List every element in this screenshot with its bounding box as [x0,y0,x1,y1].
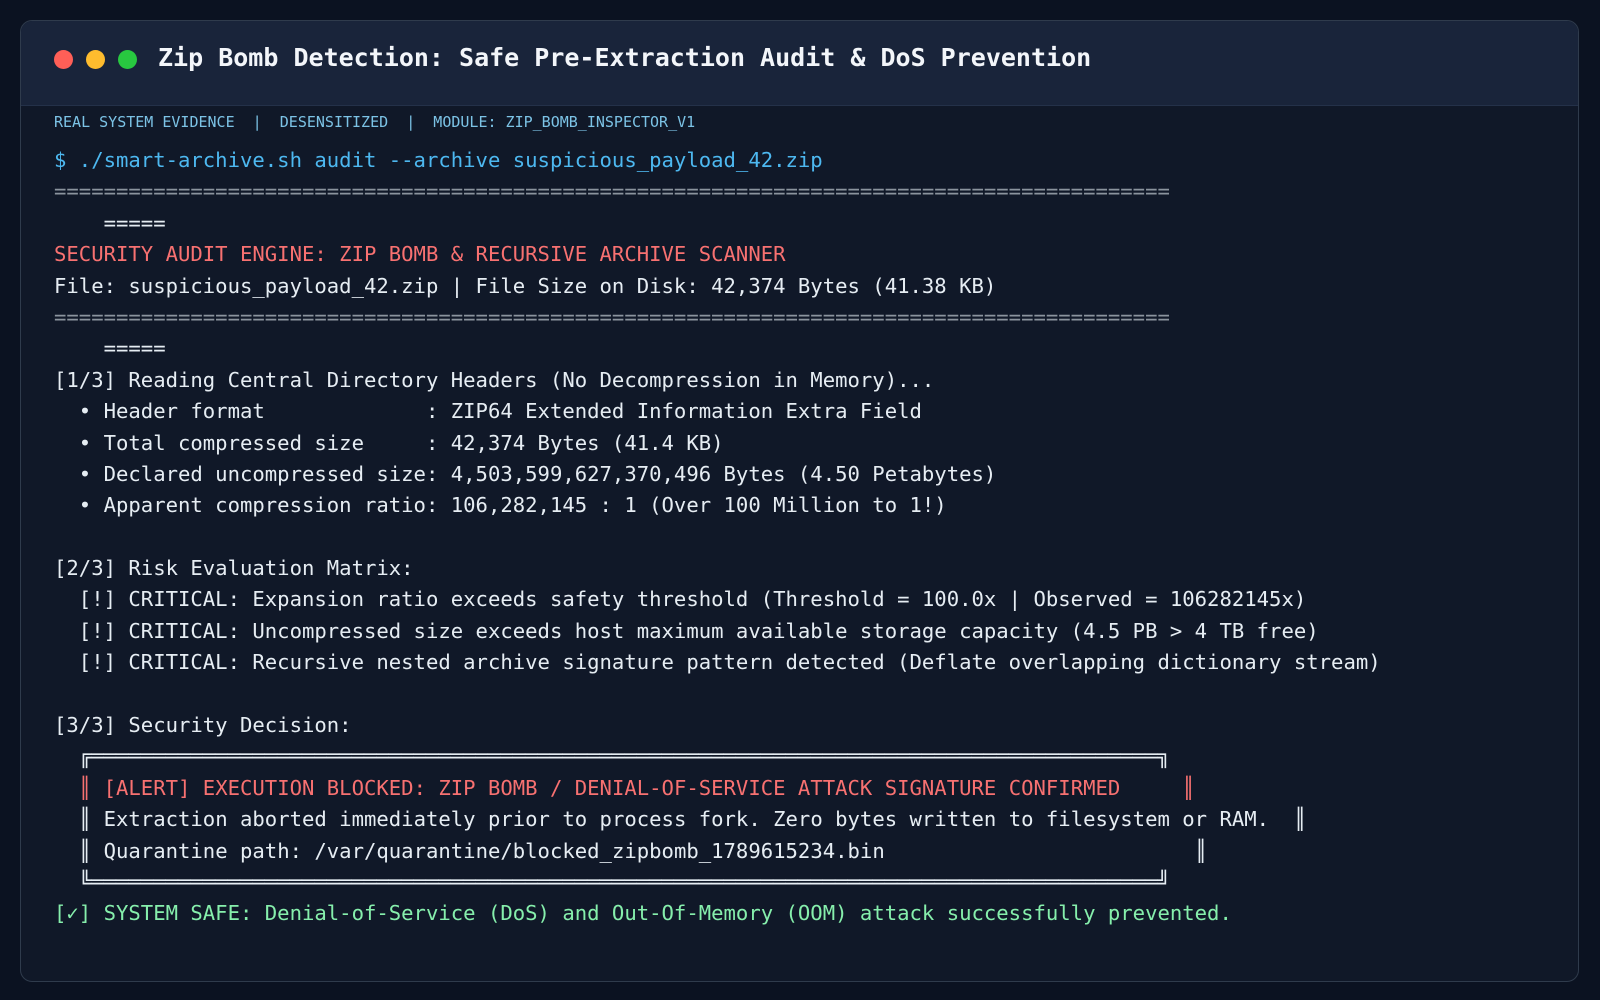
file-info: File: suspicious_payload_42.zip | File S… [54,273,997,298]
window-title: Zip Bomb Detection: Safe Pre-Extraction … [158,43,1092,72]
step-3-header: [3/3] Security Decision: [54,713,352,738]
title-bar: Zip Bomb Detection: Safe Pre-Extraction … [21,21,1578,106]
separator-line: ========================================… [54,304,1170,329]
separator-wrap: ===== [54,210,166,235]
box-right-border: ║ [1194,838,1208,863]
box-left-border: ║ [54,775,104,800]
step-1-item: • Total compressed size : 42,374 Bytes (… [54,430,724,455]
step-1-item: • Apparent compression ratio: 106,282,14… [54,493,947,518]
separator-wrap: ===== [54,336,166,361]
separator-line: ========================================… [54,179,1170,204]
step-1-header: [1/3] Reading Central Directory Headers … [54,367,935,392]
close-button[interactable] [54,50,73,69]
box-right-border: ║ [1293,807,1307,832]
box-right-border: ║ [1182,775,1195,800]
decision-box-bottom: ╚═══════════════════════════════════════… [54,869,1170,894]
maximize-button[interactable] [118,50,137,69]
abort-message: Extraction aborted immediately prior to … [103,807,1294,832]
step-2-header: [2/3] Risk Evaluation Matrix: [54,556,414,581]
terminal-window: Zip Bomb Detection: Safe Pre-Extraction … [20,20,1579,982]
critical-finding: [!] CRITICAL: Recursive nested archive s… [54,650,1381,675]
decision-box-row: ║ Quarantine path: /var/quarantine/block… [54,836,1381,867]
alert-message: [ALERT] EXECUTION BLOCKED: ZIP BOMB / DE… [103,775,1183,800]
evidence-meta-line: REAL SYSTEM EVIDENCE | DESENSITIZED | MO… [54,113,696,131]
step-1-item: • Declared uncompressed size: 4,503,599,… [54,461,997,486]
decision-box-row: ║ Extraction aborted immediately prior t… [54,804,1381,835]
critical-finding: [!] CRITICAL: Expansion ratio exceeds sa… [54,587,1307,612]
final-status: [✓] SYSTEM SAFE: Denial-of-Service (DoS)… [54,901,1232,926]
command-line: $ ./smart-archive.sh audit --archive sus… [54,148,823,172]
step-1-item: • Header format : ZIP64 Extended Informa… [54,399,922,424]
critical-finding: [!] CRITICAL: Uncompressed size exceeds … [54,618,1319,643]
minimize-button[interactable] [86,50,105,69]
engine-title: SECURITY AUDIT ENGINE: ZIP BOMB & RECURS… [54,242,786,267]
terminal-output[interactable]: $ ./smart-archive.sh audit --archive sus… [54,145,1381,930]
box-left-border: ║ [54,807,104,832]
quarantine-path: Quarantine path: /var/quarantine/blocked… [103,838,1195,863]
decision-box-top: ╔═══════════════════════════════════════… [54,744,1170,769]
box-left-border: ║ [54,838,104,863]
decision-box-row: ║ [ALERT] EXECUTION BLOCKED: ZIP BOMB / … [54,773,1381,804]
